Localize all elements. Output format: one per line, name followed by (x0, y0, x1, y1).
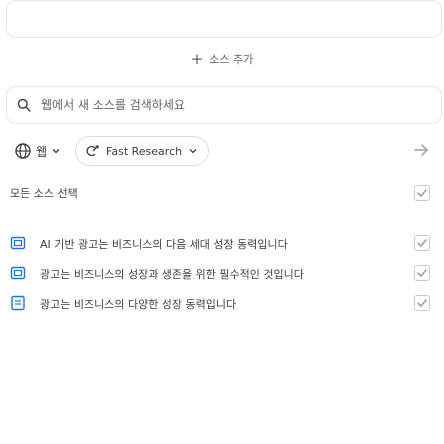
select-all-row[interactable]: 모든 소스 선택 (0, 180, 444, 206)
source-title: AI 기반 광고는 비즈니스의 다음 세대 성장 동력입니다 (40, 238, 288, 251)
research-mode-chip[interactable]: Fast Research (75, 136, 210, 166)
source-checkbox[interactable] (414, 295, 430, 311)
select-all-checkbox[interactable] (414, 185, 430, 201)
source-checkbox[interactable] (414, 265, 430, 281)
add-source-button[interactable]: + 소스 추가 (0, 48, 444, 70)
source-title: 광고는 비즈니스의 성장과 생존을 위한 필수적인 것입니다 (40, 268, 304, 281)
check-icon (417, 189, 427, 197)
add-source-label: 소스 추가 (209, 53, 254, 66)
research-chip-label: Fast Research (106, 144, 183, 158)
search-icon (17, 98, 31, 112)
web-search-box[interactable] (6, 86, 442, 124)
check-icon (417, 269, 427, 277)
source-title: 광고는 비즈니스의 다양한 성장 동력입니다 (40, 298, 237, 311)
arrow-right-icon (414, 144, 428, 156)
source-row[interactable]: 광고는 비즈니스의 다양한 성장 동력입니다 (0, 290, 444, 316)
source-type-label: 웹 (36, 144, 48, 159)
research-icon (86, 145, 99, 157)
source-row[interactable]: 광고는 비즈니스의 성장과 생존을 위한 필수적인 것입니다 (0, 260, 444, 286)
search-filter-row: 웹 Fast Research (14, 136, 210, 166)
top-card-button[interactable] (6, 0, 442, 38)
submit-search-button[interactable] (409, 138, 433, 162)
source-type-dropdown[interactable]: 웹 (14, 142, 61, 160)
check-icon (417, 239, 427, 247)
search-input[interactable] (41, 98, 421, 112)
slides-icon (10, 236, 26, 250)
source-row[interactable]: AI 기반 광고는 비즈니스의 다음 세대 성장 동력입니다 (0, 230, 444, 256)
chevron-down-icon (52, 149, 60, 154)
globe-icon (15, 143, 31, 159)
chevron-down-icon (189, 149, 197, 154)
document-icon (11, 295, 25, 311)
select-all-label: 모든 소스 선택 (10, 187, 78, 200)
source-checkbox[interactable] (414, 235, 430, 251)
slides-icon (10, 266, 26, 280)
check-icon (417, 299, 427, 307)
plus-icon: + (190, 49, 204, 68)
